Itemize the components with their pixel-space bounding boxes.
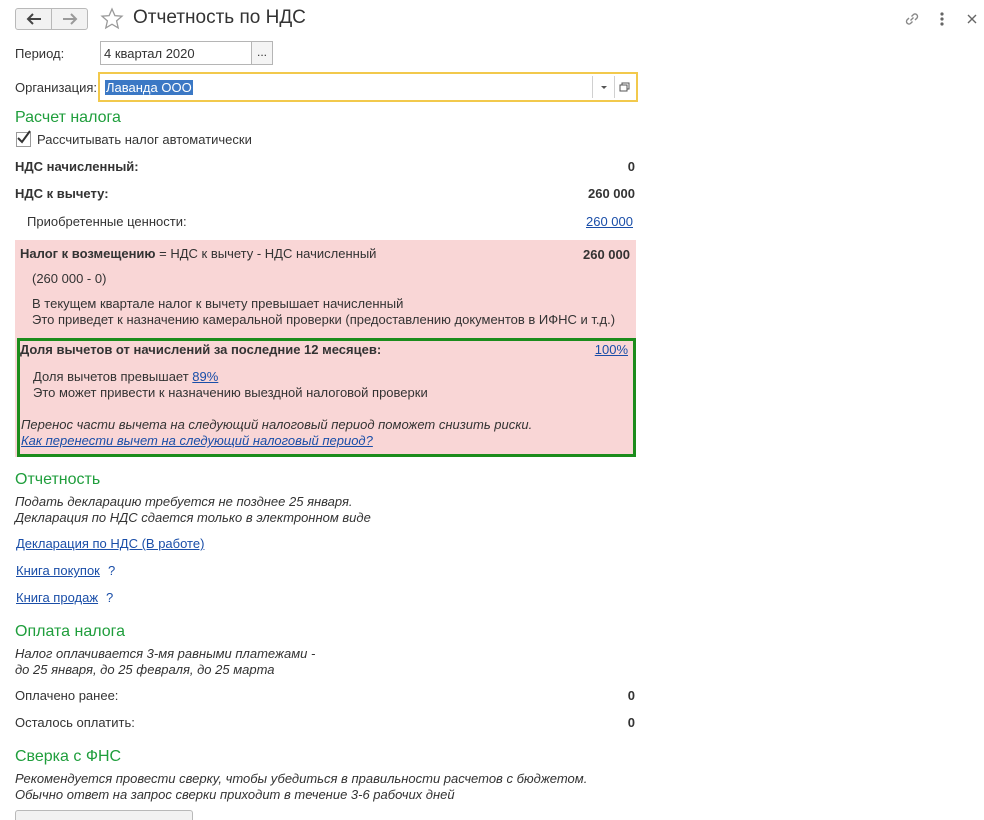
organization-open-button[interactable] [616,76,634,98]
organization-value: Лаванда ООО [105,80,193,95]
checkmark-icon [17,130,31,144]
paid-earlier-value: 0 [627,688,635,703]
sales-book-link[interactable]: Книга продаж [16,590,98,605]
link-button[interactable] [903,10,921,31]
deduction-exceeds-line: Доля вычетов превышает 89% [33,369,218,384]
divider [614,76,615,98]
deduction-share-label: Доля вычетов от начислений за последние … [20,342,382,357]
deduction-exceeds-text: Доля вычетов превышает [33,369,193,384]
refund-label: Налог к возмещению [20,246,156,261]
divider [592,76,593,98]
purchases-help-icon[interactable]: ? [108,563,115,578]
period-field[interactable]: 4 квартал 2020 [100,41,252,65]
arrow-left-icon [26,13,41,25]
link-icon [905,13,919,25]
forward-button[interactable] [51,8,88,30]
remaining-value: 0 [627,715,635,730]
reconciliation-note-line2: Обычно ответ на запрос сверки приходит в… [15,787,455,802]
payment-note-line1: Налог оплачивается 3-мя равными платежам… [15,646,316,661]
acquired-values-link[interactable]: 260 000 [586,214,633,229]
deduction-threshold-link[interactable]: 89% [192,369,218,384]
payment-note-line2: до 25 января, до 25 февраля, до 25 марта [15,662,275,677]
open-window-icon [619,82,630,92]
close-button[interactable] [965,12,979,29]
refund-formula-label: Налог к возмещению = НДС к вычету - НДС … [20,246,376,261]
period-label: Период: [15,46,65,61]
declaration-link[interactable]: Декларация по НДС (В работе) [16,536,204,551]
vat-deduct-value: 260 000 [588,186,635,201]
reconciliation-request-button[interactable] [15,810,193,820]
close-icon [967,14,977,24]
refund-warning-line1: В текущем квартале налог к вычету превыш… [32,296,404,311]
calc-section-title: Расчет налога [15,109,121,126]
reporting-note-line1: Подать декларацию требуется не позднее 2… [15,494,353,509]
back-button[interactable] [15,8,52,30]
deduction-risk-text: Это может привести к назначению выездной… [33,385,428,400]
vat-accrued-label: НДС начисленный: [15,159,139,174]
favorite-star-button[interactable] [100,7,124,34]
period-value: 4 квартал 2020 [104,46,195,61]
acquired-values-label: Приобретенные ценности: [27,214,187,229]
chevron-down-icon [601,86,607,89]
refund-formula: (260 000 - 0) [32,271,107,286]
reconciliation-section-title: Сверка с ФНС [15,748,122,765]
period-select-button[interactable]: ... [251,41,273,65]
reporting-note-line2: Декларация по НДС сдается только в элект… [15,510,371,525]
refund-label-rest: = НДС к вычету - НДС начисленный [155,246,377,261]
arrow-right-icon [62,13,77,25]
more-vertical-icon [940,12,944,26]
remaining-label: Осталось оплатить: [15,715,135,730]
more-actions-button[interactable] [937,11,947,30]
refund-warning-line2: Это приведет к назначению камеральной пр… [32,312,616,327]
page-title: Отчетность по НДС [133,7,306,28]
sales-help-icon[interactable]: ? [106,590,113,605]
payment-section-title: Оплата налога [15,623,126,640]
vat-accrued-value: 0 [627,159,635,174]
deduction-advice-text: Перенос части вычета на следующий налого… [21,417,533,432]
auto-calc-checkbox[interactable] [16,130,31,147]
paid-earlier-label: Оплачено ранее: [15,688,119,703]
organization-label: Организация: [15,80,98,95]
star-icon [100,7,124,30]
refund-value: 260 000 [583,247,630,262]
vat-deduct-label: НДС к вычету: [15,186,109,201]
organization-field[interactable]: Лаванда ООО [98,72,638,102]
reporting-section-title: Отчетность [15,471,101,488]
purchases-book-link[interactable]: Книга покупок [16,563,100,578]
deduction-share-link[interactable]: 100% [595,342,628,357]
organization-dropdown-button[interactable] [594,76,614,98]
reconciliation-note-line1: Рекомендуется провести сверку, чтобы убе… [15,771,588,786]
auto-calc-label: Рассчитывать налог автоматически [37,132,252,147]
deduction-advice-link[interactable]: Как перенести вычет на следующий налогов… [21,433,373,448]
